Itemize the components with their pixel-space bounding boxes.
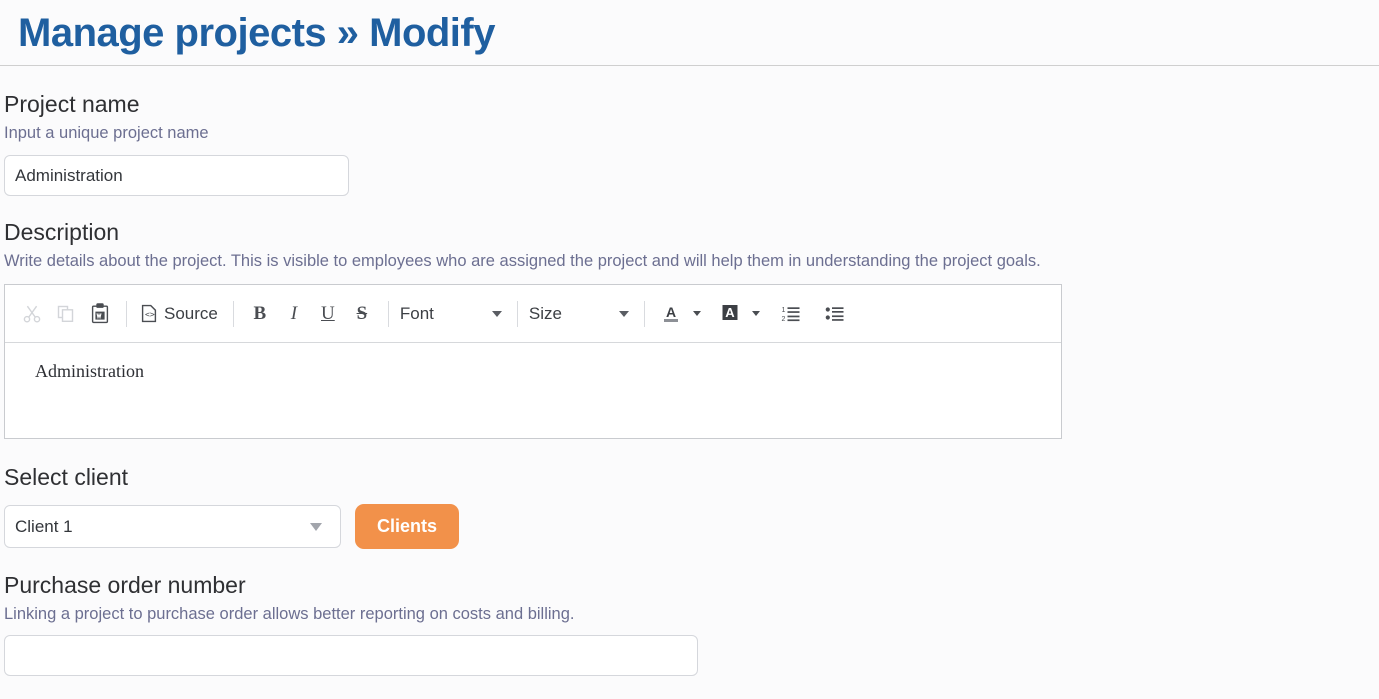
toolbar-separator [516,300,518,327]
svg-text:A: A [725,305,735,320]
client-select[interactable]: Client 1 [4,505,341,549]
font-dropdown[interactable]: Font [398,297,508,331]
client-select-value: Client 1 [15,516,73,536]
toolbar-separator [232,300,234,327]
select-client-label: Select client [4,464,129,491]
select-client-row: Client 1 Clients [4,504,1379,550]
project-name-help: Input a unique project name [4,123,209,142]
chevron-down-icon [491,310,502,317]
text-color-icon: A [654,297,688,331]
chevron-down-icon [692,311,701,317]
background-color-icon: A [713,297,747,331]
svg-text:1: 1 [781,307,785,314]
font-dropdown-label: Font [399,303,434,323]
project-name-field: Project name Input a unique project name [2,90,1379,197]
toolbar-separator [126,300,127,327]
description-editor-body[interactable]: Administration [5,343,1061,439]
description-help: Write details about the project. This is… [4,252,1041,271]
clients-button[interactable]: Clients [355,504,460,550]
chevron-down-icon [618,310,629,317]
copy-icon[interactable] [49,297,83,331]
strikethrough-icon[interactable]: S [345,297,379,331]
size-dropdown[interactable]: Size [527,297,635,331]
form-content: Project name Input a unique project name… [0,66,1379,677]
page-root: Manage projects » Modify Project name In… [0,0,1379,699]
svg-text:2: 2 [781,316,785,323]
underline-icon[interactable]: U [311,297,345,331]
paste-from-word-icon[interactable] [83,297,117,331]
source-label: Source [164,303,218,323]
page-title: Manage projects » Modify [18,10,495,55]
description-editor: <> Source B I U S Font Size A A 1 2 Admi… [4,284,1062,440]
purchase-order-label: Purchase order number [4,572,246,599]
project-name-label: Project name [4,91,140,117]
numbered-list-icon[interactable]: 1 2 [774,297,808,331]
source-button[interactable]: <> Source [136,297,224,331]
project-name-input[interactable] [4,155,349,197]
bulleted-list-icon[interactable] [818,297,852,331]
background-color-button[interactable]: A [713,297,760,331]
cut-icon[interactable] [15,297,49,331]
chevron-down-icon [310,522,322,531]
purchase-order-field: Purchase order number Linking a project … [2,571,1379,677]
page-header: Manage projects » Modify [0,0,1379,66]
purchase-order-help: Linking a project to purchase order allo… [4,605,575,624]
size-dropdown-label: Size [528,303,562,323]
select-client-field: Select client Client 1 Clients [2,463,1379,550]
svg-text:A: A [666,304,676,320]
purchase-order-input[interactable] [4,635,698,677]
editor-toolbar: <> Source B I U S Font Size A A 1 2 [5,285,1061,344]
svg-text:<>: <> [145,310,155,319]
toolbar-separator [643,300,645,327]
bold-icon[interactable]: B [243,297,277,331]
chevron-down-icon [751,311,760,317]
description-label: Description [4,219,120,246]
text-color-button[interactable]: A [654,297,701,331]
toolbar-separator [387,300,389,327]
italic-icon[interactable]: I [277,297,311,331]
description-field: Description Write details about the proj… [2,218,1379,440]
